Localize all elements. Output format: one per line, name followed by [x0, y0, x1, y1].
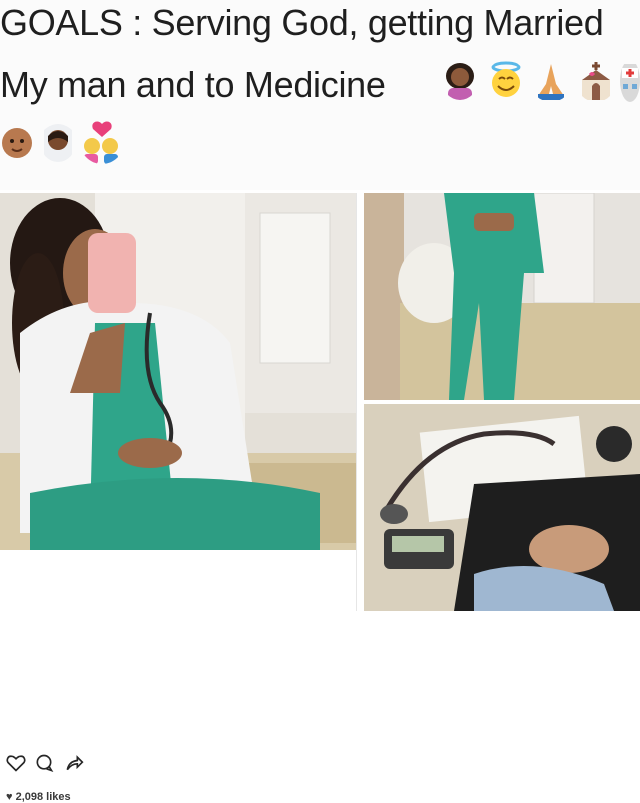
heart-icon[interactable]: [6, 753, 26, 773]
woman-icon: [446, 63, 474, 100]
desk-photo[interactable]: [364, 404, 640, 611]
selfie-photo[interactable]: [0, 193, 356, 550]
filled-heart-icon: ♥: [6, 791, 16, 803]
likes-text: 2,098 likes: [15, 791, 71, 803]
church-icon: [582, 62, 610, 100]
kissing-couple-icon: [84, 121, 118, 164]
comment-icon[interactable]: [34, 753, 54, 773]
bride-icon: [44, 124, 72, 162]
caption-area: GOALS : Serving God, getting Married My …: [0, 0, 640, 190]
like-count: ♥ 2,098 likes: [6, 791, 71, 803]
praying-hands-icon: [538, 64, 564, 100]
baby-icon: [2, 128, 32, 158]
hospital-icon: [620, 64, 640, 102]
scrubs-photo[interactable]: [364, 193, 640, 400]
share-icon[interactable]: [64, 753, 84, 773]
caption-line-1: GOALS : Serving God, getting Married: [0, 2, 604, 43]
instagram-post: ♥ 2,098 likes: [0, 193, 357, 803]
caption-line-2: My man and to Medicine: [0, 64, 386, 105]
smiling-angel-icon: [491, 61, 521, 97]
